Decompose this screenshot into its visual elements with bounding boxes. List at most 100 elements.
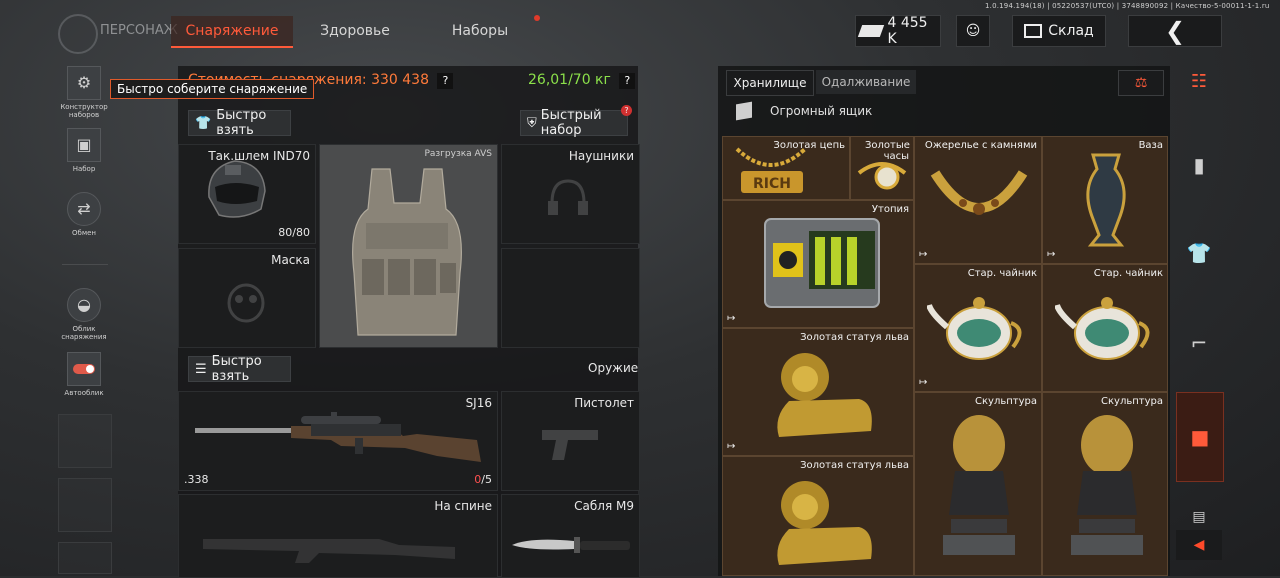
rifle-silhouette-icon: [203, 539, 455, 563]
character-button[interactable]: ☺: [956, 15, 990, 47]
item-name: Скульптура: [1101, 396, 1163, 407]
primary-weapon-slot[interactable]: SJ16 .338 0/5: [178, 391, 498, 491]
warehouse-button[interactable]: Склад: [1012, 15, 1106, 47]
system-info: 1.0.194.194(18) | 05220537(UTC0) | 37488…: [985, 2, 1270, 10]
empty-slot[interactable]: [501, 248, 640, 348]
exchange-icon: ⇄: [67, 192, 101, 226]
rail-exchange[interactable]: ⇄ Обмен: [60, 192, 108, 237]
tab-health[interactable]: Здоровье: [310, 16, 400, 46]
melee-slot[interactable]: Сабля M9: [501, 494, 640, 578]
rail-appearance[interactable]: ◒ Облик снаряжения: [60, 288, 108, 341]
rail-appearance-label: Облик снаряжения: [61, 325, 107, 341]
necklace-icon: [930, 170, 1028, 215]
open-indicator-icon: ↦: [919, 377, 928, 388]
primary-caliber: .338: [184, 473, 209, 486]
rifle-image: [195, 412, 481, 462]
storage-item-necklace[interactable]: Ожерелье с камнями ↦: [914, 136, 1042, 264]
quick-take-weapons-label: Быстро взять: [211, 354, 262, 384]
back-button[interactable]: ❮: [1128, 15, 1222, 47]
container-name: Огромный ящик: [770, 104, 873, 118]
container-row: Огромный ящик: [736, 101, 872, 121]
money-icon: [857, 25, 884, 37]
storage-item-lion-statue[interactable]: Золотая статуя льва ↦: [722, 328, 914, 456]
chevron-left-icon: ◀: [1193, 537, 1205, 553]
tab-sets[interactable]: Наборы: [435, 16, 525, 46]
rail-constructor[interactable]: ⚙ Конструктор наборов: [60, 66, 108, 119]
money-amount: 4 455 K: [887, 15, 928, 47]
item-name: Ваза: [1138, 140, 1163, 151]
storage-item-sculpture[interactable]: Скульптура: [914, 392, 1042, 576]
teapot-icon: [927, 297, 1022, 360]
container-filter-button[interactable]: ■: [1176, 392, 1224, 482]
rail-empty-slot[interactable]: [58, 542, 112, 574]
sort-button[interactable]: ⚖: [1118, 70, 1164, 96]
item-name: Скульптура: [975, 396, 1037, 407]
rail-set[interactable]: ▣ Набор: [60, 128, 108, 173]
rail-empty-slot[interactable]: [58, 414, 112, 468]
character-icon: ☺: [965, 23, 981, 39]
headphones-slot[interactable]: Наушники: [501, 144, 640, 244]
weapon-filter-button[interactable]: ⌐: [1176, 318, 1222, 368]
sculpture-icon: [1071, 415, 1143, 555]
ammo-filter-button[interactable]: ▮: [1176, 140, 1222, 190]
rail-exchange-label: Обмен: [72, 229, 96, 237]
storage-item-utopia[interactable]: Утопия ↦: [722, 200, 914, 328]
tab-storage[interactable]: Хранилище: [726, 70, 814, 96]
sculpture-icon: [943, 415, 1015, 555]
pistol-slot[interactable]: Пистолет: [501, 391, 640, 491]
quick-set-button[interactable]: ⛨ Быстрый набор ?: [520, 105, 632, 138]
rail-divider: [62, 264, 108, 265]
shield-icon: ⛨: [527, 115, 537, 131]
chevron-left-icon: ❮: [1164, 17, 1186, 45]
helmet-name: Так.шлем IND70: [208, 149, 310, 163]
storage-item-teapot[interactable]: Стар. чайник: [1042, 264, 1168, 392]
storage-item-sculpture[interactable]: Скульптура: [1042, 392, 1168, 576]
constructor-icon: ⚙: [67, 66, 101, 100]
rail-auto-appearance[interactable]: Автооблик: [60, 352, 108, 397]
storage-item-gold-chain[interactable]: Золотая цепь RICH: [722, 136, 850, 200]
armor-filter-button[interactable]: 👕: [1176, 228, 1222, 278]
helmet-slot[interactable]: Так.шлем IND70 80/80: [178, 144, 316, 244]
quick-take-button[interactable]: 👕 Быстро взять: [188, 108, 291, 138]
ammo-icon: ▮: [1193, 153, 1205, 177]
collapse-button[interactable]: ◀: [1176, 530, 1222, 560]
warehouse-icon: [1024, 24, 1043, 38]
lion-statue-icon: [777, 481, 872, 565]
sort-icon: ⚖: [1134, 75, 1148, 91]
quick-set-badge: ?: [621, 105, 632, 116]
item-name: Золотая статуя льва: [800, 332, 909, 343]
helmet-icon: ◒: [67, 288, 101, 322]
vase-icon: [1086, 153, 1126, 247]
storage-item-lion-statue[interactable]: Золотая статуя льва: [722, 456, 914, 576]
open-indicator-icon: ↦: [1047, 249, 1056, 260]
shirt-icon: 👕: [1186, 241, 1212, 265]
gift-icon: ▣: [67, 128, 101, 162]
stack-icon: ▤: [1192, 509, 1206, 525]
mask-slot[interactable]: Маска: [178, 248, 316, 348]
svg-text:RICH: RICH: [753, 176, 791, 192]
tab-lending[interactable]: Одалживание: [816, 70, 916, 94]
misc-filter-button[interactable]: ▤: [1176, 506, 1222, 528]
list-icon: ☰: [195, 361, 207, 377]
tab-equipment[interactable]: Снаряжение: [171, 16, 293, 48]
cost-value: 330 438: [371, 72, 429, 88]
storage-item-teapot[interactable]: Стар. чайник ↦: [914, 264, 1042, 392]
back-slot[interactable]: На спине: [178, 494, 498, 578]
item-name: Стар. чайник: [967, 268, 1037, 279]
rail-empty-slot[interactable]: [58, 478, 112, 532]
rail-constructor-label: Конструктор наборов: [60, 103, 108, 119]
back-name: На спине: [434, 499, 492, 513]
vest-image: [352, 168, 462, 336]
gold-watch-icon: [857, 162, 907, 190]
tooltip-quick-assemble: Быстро соберите снаряжение: [110, 79, 315, 99]
quick-take-weapons-button[interactable]: ☰ Быстро взять: [188, 354, 291, 384]
storage-item-gold-watch[interactable]: Золотые часы: [850, 136, 914, 200]
storage-item-vase[interactable]: Ваза ↦: [1042, 136, 1168, 264]
filter-menu-button[interactable]: ☷: [1176, 66, 1222, 96]
money-button[interactable]: 4 455 K: [855, 15, 941, 47]
weight-help-button[interactable]: ?: [619, 73, 636, 89]
vest-slot[interactable]: Разгрузка AVS: [319, 144, 498, 348]
cost-help-button[interactable]: ?: [437, 73, 454, 89]
quick-take-label: Быстро взять: [216, 108, 267, 138]
open-indicator-icon: ↦: [919, 249, 928, 260]
